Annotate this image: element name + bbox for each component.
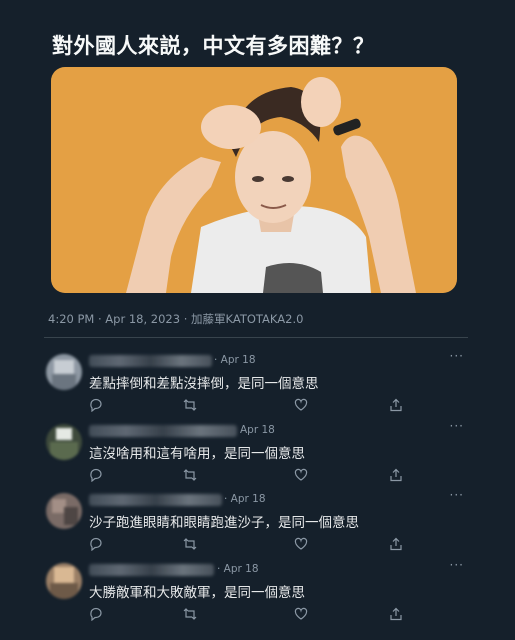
reply-item[interactable]: · Apr 18 ··· 大勝敵軍和大敗敵軍，是同一個意思 — [44, 558, 468, 631]
reply-item[interactable]: Apr 18 ··· 這沒啥用和這有啥用，是同一個意思 — [44, 419, 468, 492]
reply-text: 差點摔倒和差點沒摔倒，是同一個意思 — [89, 376, 319, 392]
more-icon[interactable]: ··· — [450, 419, 464, 433]
reply-item[interactable]: · Apr 18 ··· 差點摔倒和差點沒摔倒，是同一個意思 — [44, 349, 468, 422]
username-blurred[interactable] — [89, 494, 222, 506]
reply-icon[interactable] — [89, 607, 103, 621]
more-icon[interactable]: ··· — [450, 488, 464, 502]
tweet-photo[interactable] — [51, 67, 457, 293]
reply-date[interactable]: · Apr 18 — [224, 493, 266, 505]
share-icon[interactable] — [389, 468, 403, 482]
reply-actions — [89, 398, 459, 414]
reply-text: 沙子跑進眼睛和眼睛跑進沙子，是同一個意思 — [89, 515, 359, 531]
reply-actions — [89, 468, 459, 484]
avatar[interactable] — [46, 354, 82, 390]
share-icon[interactable] — [389, 607, 403, 621]
reply-date[interactable]: · Apr 18 — [214, 354, 256, 366]
username-blurred[interactable] — [89, 564, 214, 576]
more-icon[interactable]: ··· — [450, 558, 464, 572]
photo-man-holding-head — [51, 67, 457, 293]
username-blurred[interactable] — [89, 355, 212, 367]
reply-date[interactable]: · Apr 18 — [217, 563, 259, 575]
reply-text: 這沒啥用和這有啥用，是同一個意思 — [89, 446, 305, 462]
more-icon[interactable]: ··· — [450, 349, 464, 363]
reply-icon[interactable] — [89, 398, 103, 412]
avatar[interactable] — [46, 424, 82, 460]
tweet-meta: 4:20 PM · Apr 18, 2023 · 加藤軍KATOTAKA2.0 — [48, 312, 304, 326]
username-blurred[interactable] — [89, 425, 237, 437]
reply-date[interactable]: Apr 18 — [240, 424, 275, 436]
like-icon[interactable] — [294, 398, 308, 412]
reply-actions — [89, 537, 459, 553]
avatar[interactable] — [46, 493, 82, 529]
retweet-icon[interactable] — [183, 398, 197, 412]
divider — [44, 337, 468, 338]
reply-actions — [89, 607, 459, 623]
retweet-icon[interactable] — [183, 607, 197, 621]
retweet-icon[interactable] — [183, 537, 197, 551]
share-icon[interactable] — [389, 398, 403, 412]
like-icon[interactable] — [294, 537, 308, 551]
tweet-title: 對外國人來説，中文有多困難？？ — [52, 34, 375, 58]
like-icon[interactable] — [294, 607, 308, 621]
reply-icon[interactable] — [89, 537, 103, 551]
reply-item[interactable]: · Apr 18 ··· 沙子跑進眼睛和眼睛跑進沙子，是同一個意思 — [44, 488, 468, 561]
avatar[interactable] — [46, 563, 82, 599]
like-icon[interactable] — [294, 468, 308, 482]
reply-icon[interactable] — [89, 468, 103, 482]
share-icon[interactable] — [389, 537, 403, 551]
reply-text: 大勝敵軍和大敗敵軍，是同一個意思 — [89, 585, 305, 601]
retweet-icon[interactable] — [183, 468, 197, 482]
